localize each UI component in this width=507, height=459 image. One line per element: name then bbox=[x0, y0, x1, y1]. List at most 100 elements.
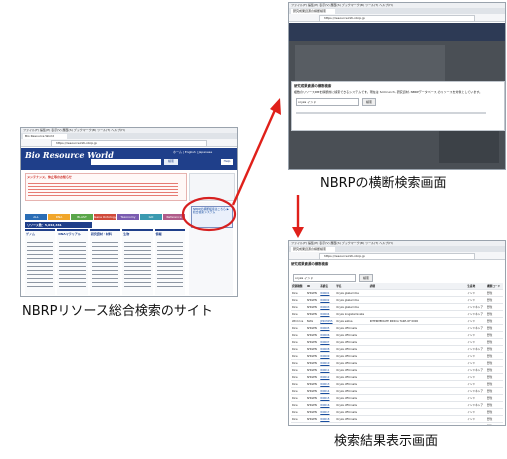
table-cell: Rice bbox=[291, 324, 306, 332]
table-cell: 野生 bbox=[486, 415, 503, 423]
url-field[interactable]: https://resourceinfo.nbrp.jp bbox=[319, 15, 475, 22]
results-search-button[interactable]: 検索 bbox=[359, 274, 373, 282]
table-cell: SHIGEN bbox=[305, 338, 320, 346]
table-row[interactable]: Rice SHIGEN W0006 Oryza officinalis インド 野生 bbox=[291, 331, 503, 339]
table-cell: インド bbox=[466, 408, 487, 416]
table-cell[interactable]: W0016 bbox=[319, 401, 336, 409]
table-row[interactable]: Rice SHIGEN W0001 Oryza glaberrima インド 野生 bbox=[291, 289, 503, 297]
table-row[interactable]: Rice SHIGEN W0005 Oryza officinalis インドネシア 野生 bbox=[291, 324, 503, 332]
table-cell: Rice bbox=[291, 345, 306, 353]
table-cell bbox=[368, 408, 467, 416]
table-cell: 野生 bbox=[486, 352, 503, 360]
table-row[interactable]: Rice SHIGEN W0015 Oryza officinalis インド 野生 bbox=[291, 394, 503, 402]
table-cell[interactable]: W0008 bbox=[319, 345, 336, 353]
table-cell[interactable]: W0003 bbox=[319, 303, 336, 311]
table-cell: 野生 bbox=[486, 366, 503, 374]
table-row[interactable]: Rice SHIGEN W0011 Oryza officinalis インドネシア 野生 bbox=[291, 366, 503, 374]
table-cell: 野生 bbox=[486, 296, 503, 304]
table-cell bbox=[368, 387, 467, 395]
table-row[interactable]: Rice SHIGEN W0002 Oryza glaberrima インド 野生 bbox=[291, 296, 503, 304]
table-cell: 野生 bbox=[486, 345, 503, 353]
caption-results: 検索結果表示画面 bbox=[334, 434, 439, 449]
table-cell: Rice bbox=[291, 394, 306, 402]
table-cell: SHIGEN bbox=[305, 310, 320, 318]
table-cell[interactable]: W0006 bbox=[319, 331, 336, 339]
table-cell: Oryza officinalis bbox=[335, 394, 369, 402]
table-row[interactable]: Rice SHIGEN W0017 Oryza officinalis インド 野生 bbox=[291, 408, 503, 416]
arrow-to-search bbox=[231, 109, 277, 206]
table-cell[interactable]: W0002 bbox=[319, 296, 336, 304]
caption-cross-search: NBRPの横断検索画面 bbox=[320, 176, 447, 191]
table-cell: SHIGEN bbox=[305, 359, 320, 367]
table-cell: SHIGEN bbox=[305, 289, 320, 297]
table-row[interactable]: RiceSHIGENW0019Oryza officinalis インド野生 bbox=[291, 422, 503, 425]
table-cell: Wild rice bbox=[291, 317, 306, 325]
table-cell bbox=[368, 296, 467, 304]
table-cell: Oryza officinalis bbox=[335, 352, 369, 360]
table-cell[interactable]: W0015 bbox=[319, 394, 336, 402]
table-cell: 野生 bbox=[486, 303, 503, 311]
cross-search-button[interactable]: 検索 bbox=[362, 98, 376, 106]
table-cell: インド bbox=[466, 352, 487, 360]
dialog-footnote bbox=[296, 112, 486, 114]
table-cell[interactable]: W0004 bbox=[319, 310, 336, 318]
table-cell: Rice bbox=[291, 380, 306, 388]
table-cell: 野生 bbox=[486, 408, 503, 416]
table-cell[interactable]: W0007 bbox=[319, 338, 336, 346]
table-row[interactable]: Rice SHIGEN W0013 Oryza officinalis インド 野生 bbox=[291, 380, 503, 388]
table-cell: インド bbox=[466, 296, 487, 304]
table-cell: Rice bbox=[291, 289, 306, 297]
table-row[interactable]: Rice SHIGEN W0007 Oryza officinalis インド 野生 bbox=[291, 338, 503, 346]
table-cell: 野生 bbox=[486, 394, 503, 402]
table-cell: インドネシア bbox=[466, 303, 487, 311]
table-cell: 野生 bbox=[486, 387, 503, 395]
table-row[interactable]: Wild rice NIAS JP203055 Oryza sativa INTERME… bbox=[291, 317, 503, 325]
table-cell[interactable]: W0001 bbox=[319, 289, 336, 297]
table-cell[interactable]: W0011 bbox=[319, 366, 336, 374]
table-cell[interactable]: W0017 bbox=[319, 408, 336, 416]
table-cell: インド bbox=[466, 422, 487, 425]
table-cell: SHIGEN bbox=[305, 422, 320, 425]
table-cell: Oryza officinalis bbox=[335, 408, 369, 416]
table-cell: Rice bbox=[291, 338, 306, 346]
table-row[interactable]: Rice SHIGEN W0003 Oryza glaberrima インドネシア 野生 bbox=[291, 303, 503, 311]
table-cell: インドネシア bbox=[466, 324, 487, 332]
table-row[interactable]: Rice SHIGEN W0004 Oryza longistaminata インドネシ… bbox=[291, 310, 503, 318]
table-cell: インド bbox=[466, 394, 487, 402]
table-cell[interactable]: JP203055 bbox=[319, 317, 336, 325]
table-cell: SHIGEN bbox=[305, 415, 320, 423]
table-cell: SHIGEN bbox=[305, 303, 320, 311]
table-cell: Rice bbox=[291, 310, 306, 318]
table-row[interactable]: Rice SHIGEN W0018 Oryza officinalis インド 野生 bbox=[291, 415, 503, 423]
table-cell[interactable]: W0013 bbox=[319, 380, 336, 388]
table-cell bbox=[368, 422, 467, 425]
table-row[interactable]: Rice SHIGEN W0014 Oryza officinalis インドネシア 野生 bbox=[291, 387, 503, 395]
table-cell: インド bbox=[466, 380, 487, 388]
table-row[interactable]: Rice SHIGEN W0016 Oryza officinalis インドネシア 野生 bbox=[291, 401, 503, 409]
table-cell[interactable]: W0005 bbox=[319, 324, 336, 332]
cross-search-input[interactable]: oryza インド bbox=[296, 98, 359, 106]
table-row[interactable]: Rice SHIGEN W0010 Oryza officinalis インド 野生 bbox=[291, 359, 503, 367]
dialog-heading: 研究成果資源の横断検索 bbox=[294, 84, 332, 88]
table-row[interactable]: Rice SHIGEN W0008 Oryza officinalis インドネシア 野生 bbox=[291, 345, 503, 353]
table-cell: SHIGEN bbox=[305, 401, 320, 409]
table-row[interactable]: Rice SHIGEN W0009 Oryza officinalis インド 野生 bbox=[291, 352, 503, 360]
table-cell: Oryza longistaminata bbox=[335, 310, 369, 318]
table-cell[interactable]: W0018 bbox=[319, 415, 336, 423]
table-cell[interactable]: W0019 bbox=[319, 422, 336, 425]
table-row[interactable]: Rice SHIGEN W0012 Oryza officinalis インド 野生 bbox=[291, 373, 503, 381]
table-cell: Oryza glaberrima bbox=[335, 303, 369, 311]
table-cell: 野生 bbox=[486, 380, 503, 388]
table-cell: Oryza glaberrima bbox=[335, 289, 369, 297]
url-field[interactable]: https://resourceinfo.nbrp.jp bbox=[319, 253, 475, 260]
table-cell[interactable]: W0012 bbox=[319, 373, 336, 381]
table-cell: インド bbox=[466, 289, 487, 297]
table-cell[interactable]: W0014 bbox=[319, 387, 336, 395]
search-dialog: 研究成果資源の横断検索 複数のリソースDBを横断的に検索できるシステムです。現在… bbox=[291, 81, 505, 131]
table-cell: 野生 bbox=[486, 317, 503, 325]
table-cell[interactable]: W0009 bbox=[319, 352, 336, 360]
table-cell: インド bbox=[466, 317, 487, 325]
results-search-input[interactable]: oryza インド bbox=[293, 274, 356, 282]
table-cell[interactable]: W0010 bbox=[319, 359, 336, 367]
results-heading: 研究成果資源の横断検索 bbox=[291, 262, 329, 266]
